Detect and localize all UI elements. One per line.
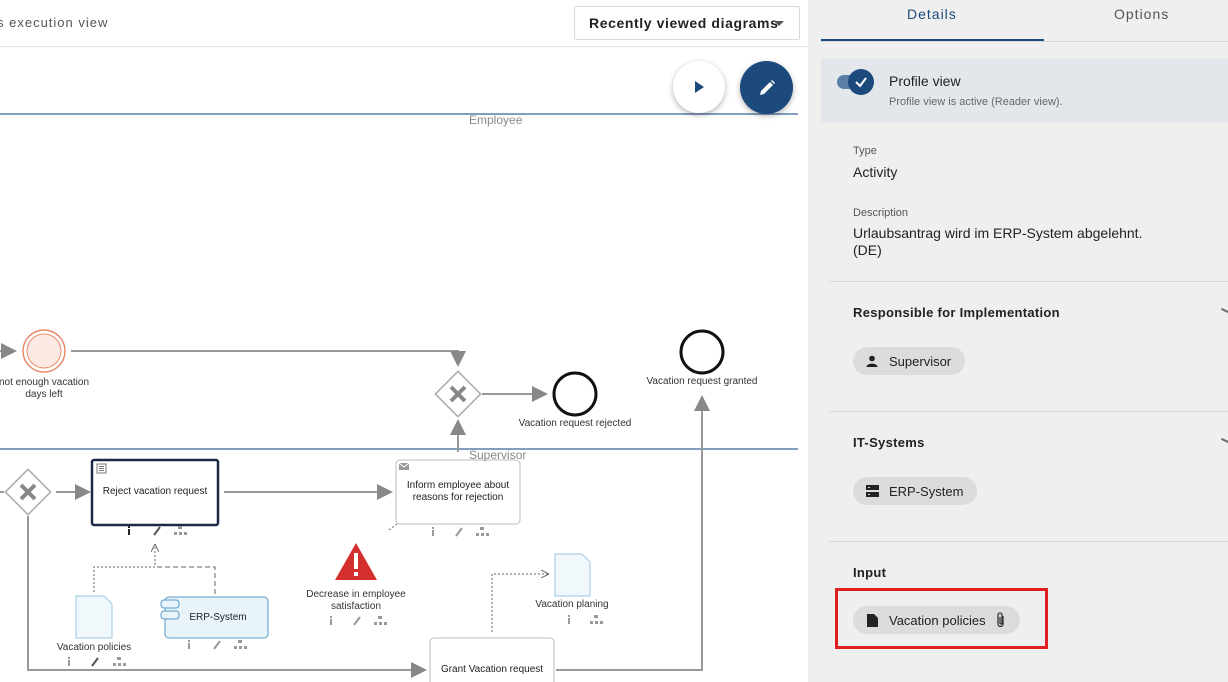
label-reject-vacation-request: Reject vacation request	[102, 486, 208, 497]
label-risk: Decrease in employee satisfaction	[306, 589, 406, 612]
chip-erp-system[interactable]: ERP-System	[853, 477, 978, 505]
intermediate-event-inner-ring	[26, 333, 62, 369]
profile-view-box: Profile view Profile view is active (Rea…	[821, 59, 1228, 123]
section-title-responsible: Responsible for Implementation	[853, 305, 1060, 320]
description-value-line2: (DE)	[853, 242, 882, 258]
document-vacation-policies-shape[interactable]	[75, 595, 113, 639]
label-request-granted: Vacation request granted	[646, 376, 758, 387]
chip-erp-system-label: ERP-System	[889, 483, 964, 499]
end-event-rejected[interactable]	[552, 371, 598, 417]
label-inform-employee: Inform employee about reasons for reject…	[406, 480, 510, 503]
toggle-knob[interactable]	[848, 69, 874, 95]
section-title-it-systems: IT-Systems	[853, 435, 925, 450]
check-icon	[855, 77, 867, 88]
panel-tabs: Details Options	[821, 0, 1228, 42]
end-event-granted[interactable]	[679, 329, 725, 375]
tab-details[interactable]: Details	[907, 6, 957, 22]
pencil-icon	[759, 79, 775, 95]
diagram-area: s execution view Recently viewed diagram…	[0, 0, 808, 682]
divider	[829, 541, 1228, 542]
section-title-input: Input	[853, 565, 887, 580]
active-tab-indicator	[821, 39, 1044, 41]
chevron-icon[interactable]	[1221, 437, 1228, 445]
divider	[829, 411, 1228, 412]
chip-supervisor-label: Supervisor	[889, 353, 952, 369]
server-icon	[865, 484, 879, 498]
gateway-exclusive-top[interactable]	[434, 370, 482, 418]
play-icon	[695, 81, 704, 93]
profile-view-title: Profile view	[889, 73, 961, 89]
description-value-line1: Urlaubsantrag wird im ERP-System abgeleh…	[853, 225, 1143, 241]
properties-panel: Details Options Profile view Profile vie…	[808, 0, 1228, 682]
type-caption: Type	[853, 145, 877, 157]
profile-view-subtitle: Profile view is active (Reader view).	[889, 96, 1063, 108]
label-not-enough-days: not enough vacation days left	[0, 377, 90, 400]
lane-label-supervisor: Supervisor	[469, 448, 527, 462]
type-value: Activity	[853, 164, 898, 180]
envelope-icon	[398, 462, 410, 470]
lane-label-employee: Employee	[469, 113, 523, 127]
label-request-rejected: Vacation request rejected	[518, 418, 632, 429]
gateway-exclusive-bottom[interactable]	[4, 468, 52, 516]
component-icon-top	[160, 599, 180, 609]
app-root: s execution view Recently viewed diagram…	[0, 0, 1228, 682]
tab-options[interactable]: Options	[1114, 6, 1169, 22]
chip-supervisor[interactable]: Supervisor	[853, 347, 966, 375]
run-simulation-button[interactable]	[673, 61, 725, 113]
description-caption: Description	[853, 207, 909, 219]
person-icon	[865, 354, 879, 368]
document-vacation-planing-shape[interactable]	[554, 553, 591, 597]
label-vacation-policies: Vacation policies	[56, 642, 132, 653]
chevron-icon[interactable]	[1221, 307, 1228, 315]
divider	[829, 281, 1228, 282]
highlight-box	[835, 588, 1048, 649]
warning-icon[interactable]	[335, 543, 377, 580]
label-grant-vacation-request: Grant Vacation request	[440, 664, 544, 675]
edit-diagram-button[interactable]	[740, 61, 793, 114]
label-vacation-planing: Vacation planing	[535, 599, 609, 610]
label-erp-system: ERP-System	[189, 612, 247, 623]
